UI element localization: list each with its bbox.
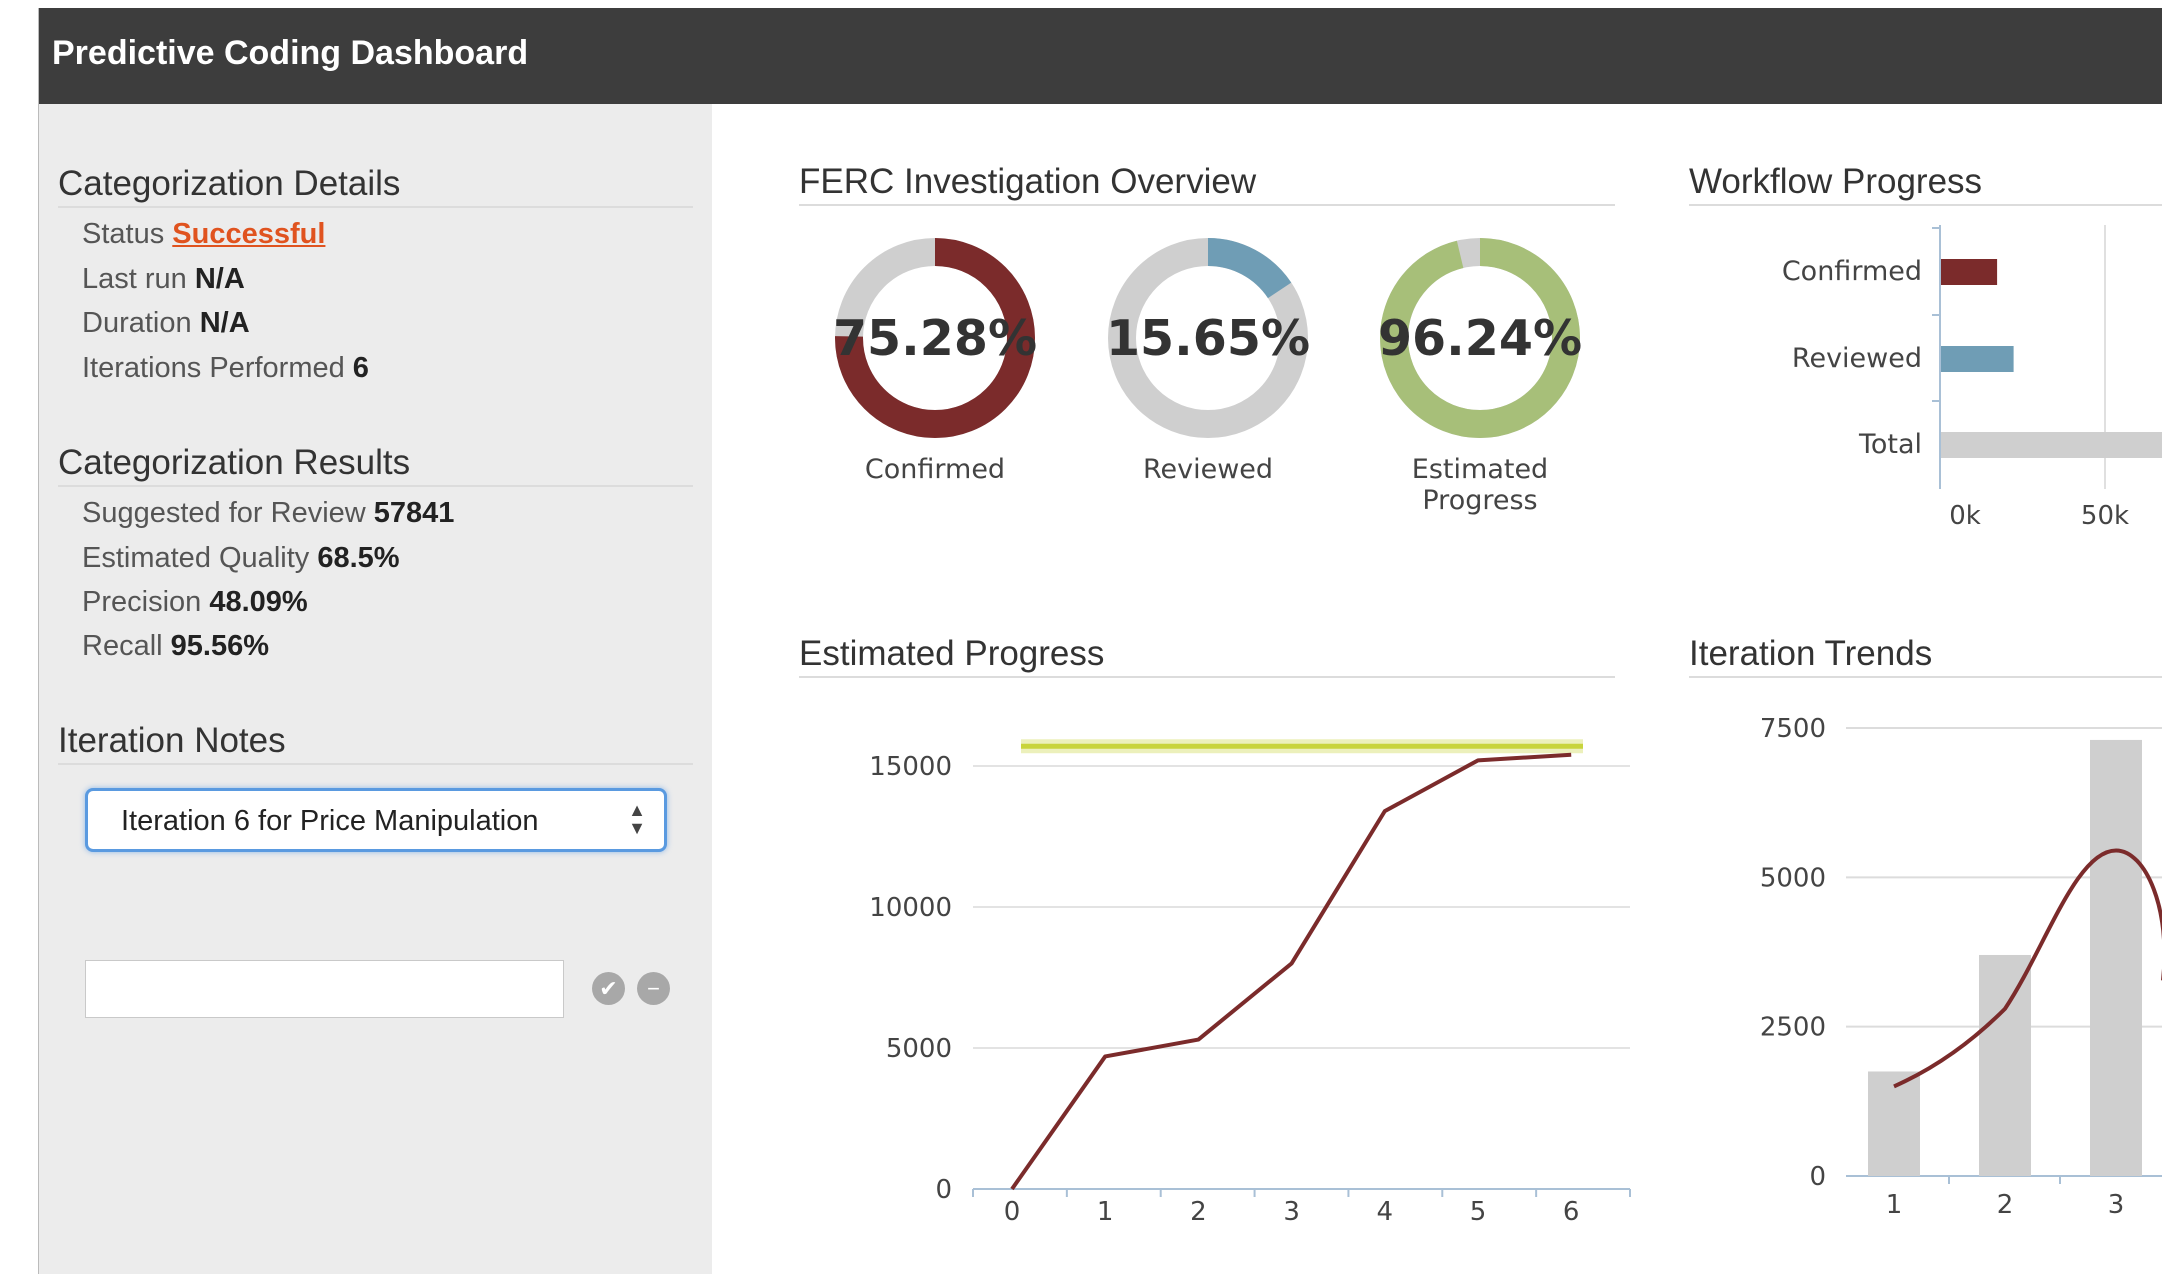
- donut-value: 96.24%: [1378, 310, 1582, 367]
- progress-line: [1010, 752, 1572, 1191]
- trend-bar: [2090, 739, 2142, 1176]
- precision-row: Precision 48.09%: [82, 586, 308, 619]
- iteration-trends-chart: 0 2500 5000 7500 1 2 3: [1760, 714, 2162, 1220]
- quality-row: Estimated Quality 68.5%: [82, 542, 400, 575]
- donut-value: 15.65%: [1106, 310, 1310, 367]
- suggested-value: 57841: [373, 497, 455, 529]
- x-tick-label: 5: [1470, 1197, 1487, 1227]
- x-tick-label: 1: [1097, 1197, 1114, 1227]
- details-heading: Categorization Details: [58, 164, 401, 203]
- y-tick-label: 5000: [886, 1034, 952, 1064]
- x-tick-label: 3: [2108, 1190, 2125, 1220]
- last-run-value: N/A: [194, 263, 245, 295]
- trend-bar: [1868, 1071, 1920, 1176]
- donut-value: 75.28%: [833, 310, 1037, 367]
- x-tick-label: 50k: [2081, 501, 2129, 531]
- recall-value: 95.56%: [170, 630, 270, 662]
- bar: [1941, 346, 2014, 372]
- confirm-check-icon[interactable]: ✔: [592, 972, 625, 1005]
- workflow-title: Workflow Progress: [1689, 162, 1983, 201]
- y-tick-label: 5000: [1760, 863, 1826, 893]
- iterations-value: 6: [352, 352, 369, 384]
- x-tick-label: 1: [1886, 1190, 1903, 1220]
- iteration-trends-divider: [1689, 676, 2162, 678]
- x-tick-label: 2: [1190, 1197, 1207, 1227]
- category-label: Reviewed: [1792, 343, 1922, 374]
- last-run-label: Last run: [82, 263, 187, 295]
- results-heading: Categorization Results: [58, 443, 411, 482]
- suggested-label: Suggested for Review: [82, 497, 366, 529]
- estimated-progress-divider: [799, 676, 1615, 678]
- trend-bar: [1979, 954, 2031, 1176]
- iteration-select[interactable]: Iteration 6 for Price Manipulation ▲ ▼: [85, 788, 667, 852]
- workflow-chart: Confirmed Reviewed Total 0k 50k: [1782, 225, 2162, 531]
- y-tick-label: 7500: [1760, 714, 1826, 744]
- y-tick-label: 2500: [1760, 1013, 1826, 1043]
- bar: [1941, 259, 1998, 285]
- quality-value: 68.5%: [317, 542, 400, 574]
- donut-label-confirmed: Confirmed: [864, 454, 1006, 485]
- estimated-progress-chart: 0 5000 10000 15000 0 1 2 3 4 5 6: [869, 739, 1631, 1227]
- header-bar: Predictive Coding Dashboard: [39, 8, 2162, 104]
- select-arrows-icon: ▲ ▼: [628, 800, 646, 838]
- category-label: Total: [1858, 429, 1922, 460]
- bar: [1941, 432, 2162, 458]
- iteration-trends-title: Iteration Trends: [1689, 634, 1933, 673]
- last-run-row: Last run N/A: [82, 263, 245, 296]
- duration-row: Duration N/A: [82, 307, 250, 340]
- x-tick-label: 2: [1997, 1190, 2014, 1220]
- sidebar: Categorization Details Status Successful…: [39, 104, 712, 1274]
- y-tick-label: 0: [935, 1175, 952, 1205]
- status-label: Status: [82, 218, 165, 250]
- quality-label: Estimated Quality: [82, 542, 310, 574]
- x-tick-label: 0k: [1949, 501, 1981, 531]
- recall-label: Recall: [82, 630, 163, 662]
- x-tick-label: 4: [1377, 1197, 1394, 1227]
- page-title: Predictive Coding Dashboard: [52, 34, 529, 72]
- iterations-row: Iterations Performed 6: [82, 352, 369, 385]
- results-divider: [58, 485, 693, 487]
- donut-charts: 75.28% 15.65% 96.24%: [833, 238, 1582, 438]
- x-tick-label: 6: [1563, 1197, 1580, 1227]
- workflow-divider: [1689, 204, 2162, 206]
- notes-divider: [58, 763, 693, 765]
- suggested-row: Suggested for Review 57841: [82, 497, 454, 530]
- donut-label-estimated: Estimated Progress: [1411, 454, 1549, 516]
- x-tick-label: 3: [1283, 1197, 1300, 1227]
- iterations-label: Iterations Performed: [82, 352, 345, 384]
- donut-label-reviewed: Reviewed: [1142, 454, 1274, 485]
- y-tick-label: 0: [1809, 1162, 1826, 1192]
- recall-row: Recall 95.56%: [82, 630, 269, 663]
- precision-value: 48.09%: [209, 586, 308, 618]
- top-strip: [0, 0, 2162, 8]
- remove-minus-icon[interactable]: −: [637, 972, 670, 1005]
- y-tick-label: 10000: [869, 893, 952, 923]
- overview-divider: [799, 204, 1615, 206]
- duration-label: Duration: [82, 307, 192, 339]
- overview-title: FERC Investigation Overview: [799, 162, 1257, 201]
- estimated-progress-title: Estimated Progress: [799, 634, 1105, 673]
- duration-value: N/A: [199, 307, 250, 339]
- notes-heading: Iteration Notes: [58, 721, 286, 760]
- details-divider: [58, 206, 693, 208]
- iteration-select-value: Iteration 6 for Price Manipulation: [121, 805, 539, 837]
- x-tick-label: 0: [1004, 1197, 1021, 1227]
- status-row: Status Successful: [82, 218, 325, 251]
- note-input[interactable]: [85, 960, 564, 1018]
- status-link[interactable]: Successful: [172, 218, 325, 250]
- y-tick-label: 15000: [869, 752, 952, 782]
- precision-label: Precision: [82, 586, 202, 618]
- category-label: Confirmed: [1782, 256, 1922, 287]
- dashboard-frame: Predictive Coding Dashboard Categorizati…: [38, 8, 2162, 1274]
